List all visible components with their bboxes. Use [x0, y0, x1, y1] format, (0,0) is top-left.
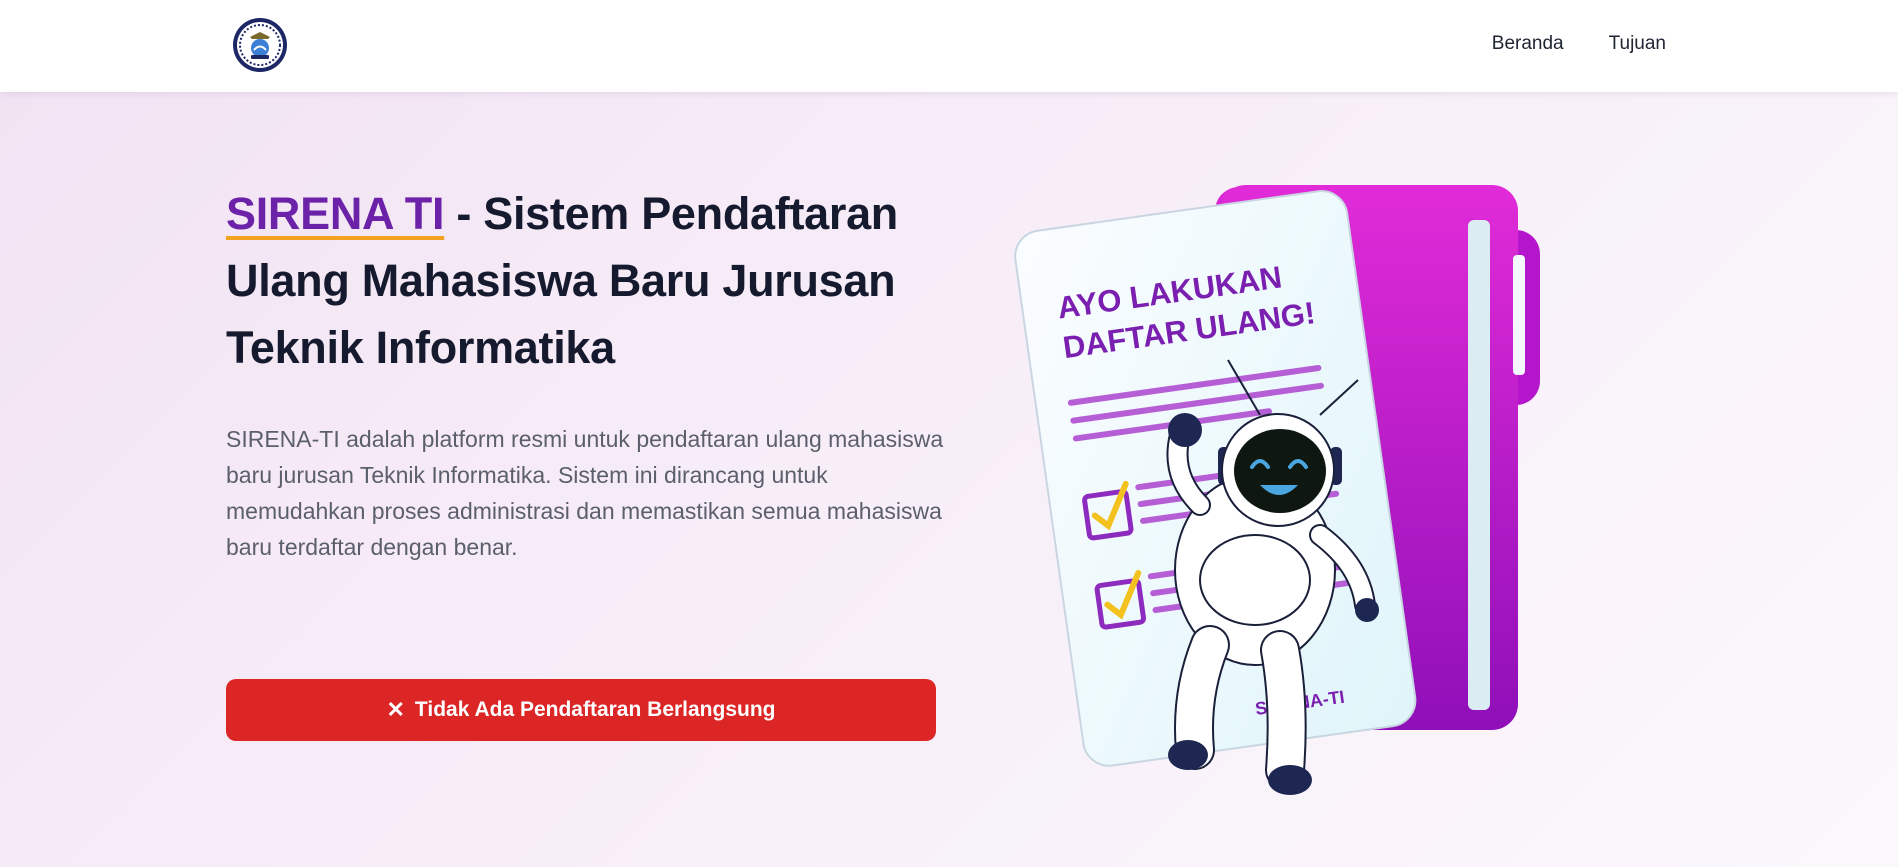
registration-illustration: AYO LAKUKAN DAFTAR ULANG! SIRENA-TI [1014, 185, 1540, 795]
nav-link-beranda[interactable]: Beranda [1492, 33, 1564, 55]
hero-description: SIRENA-TI adalah platform resmi untuk pe… [226, 426, 944, 560]
university-logo-icon[interactable] [232, 17, 288, 73]
registration-status-label: Tidak Ada Pendaftaran Berlangsung [414, 698, 776, 721]
hero-text: SIRENA TI - Sistem Pendaftaran Ulang Mah… [226, 180, 966, 565]
page-title: SIRENA TI - Sistem Pendaftaran Ulang Mah… [226, 180, 966, 381]
registration-status-button[interactable]: ✕ Tidak Ada Pendaftaran Berlangsung [226, 679, 936, 741]
nav-link-tujuan[interactable]: Tujuan [1609, 33, 1666, 55]
nav-links: Beranda Tujuan [1492, 33, 1666, 55]
close-icon: ✕ [386, 697, 405, 722]
navbar: Beranda Tujuan [0, 0, 1898, 92]
brand-name: SIRENA TI [226, 188, 445, 239]
